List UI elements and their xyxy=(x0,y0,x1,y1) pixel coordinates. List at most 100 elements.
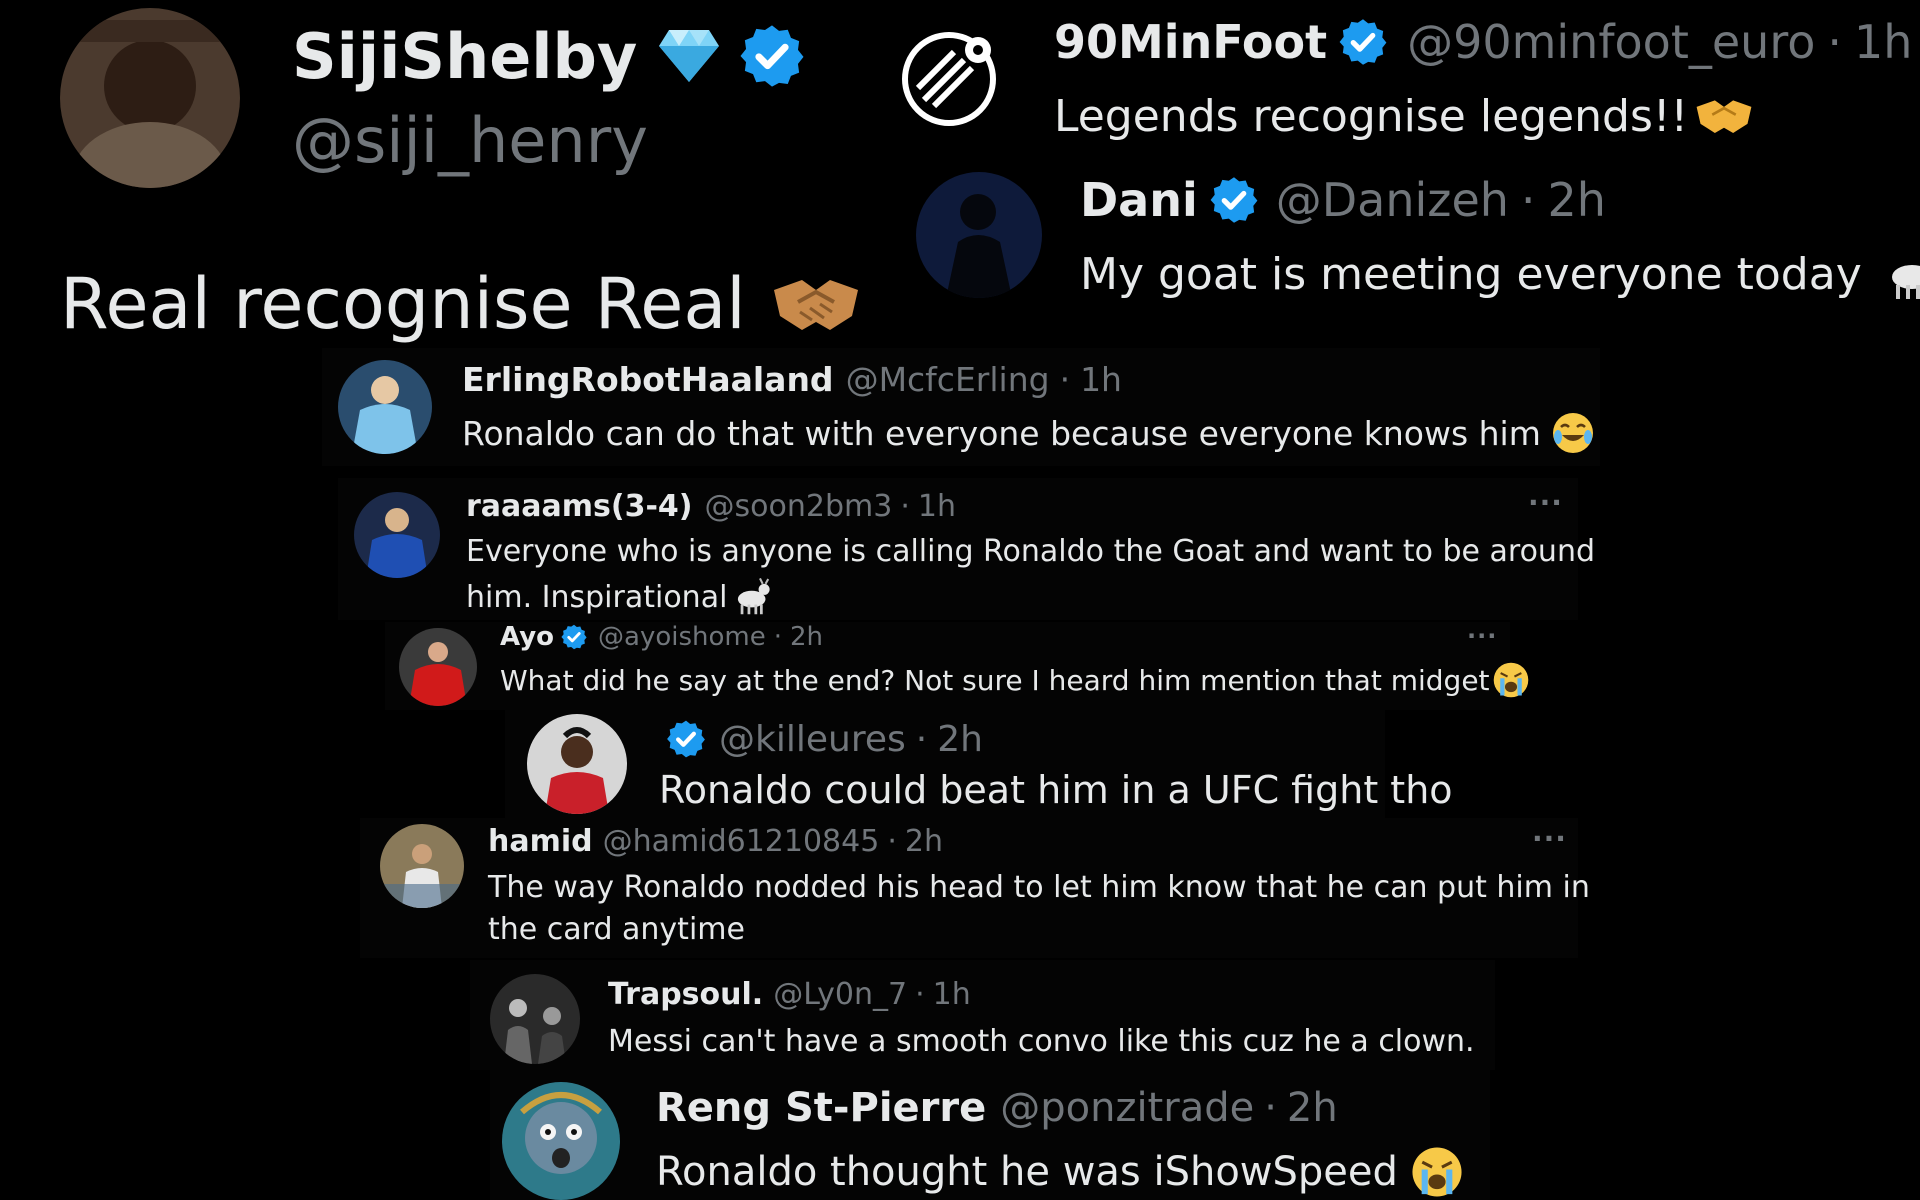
avatar[interactable] xyxy=(60,8,240,188)
post-text: Real recognise Real xyxy=(60,263,746,345)
avatar[interactable] xyxy=(490,974,580,1064)
display-name[interactable]: Reng St-Pierre xyxy=(656,1085,986,1131)
author-row: @killeures · 2h xyxy=(665,714,983,764)
crying-icon xyxy=(1410,1145,1464,1199)
tweet-raaaams[interactable]: raaaams(3-4) @soon2bm3 · 1h ··· Everyone… xyxy=(338,478,1595,620)
timestamp[interactable]: 1h xyxy=(918,489,956,524)
display-name[interactable]: Dani xyxy=(1080,173,1198,227)
timestamp[interactable]: 2h xyxy=(790,622,823,652)
diamond-icon xyxy=(657,28,721,84)
handle[interactable]: @ponzitrade xyxy=(1000,1085,1254,1131)
timestamp[interactable]: 2h xyxy=(1287,1085,1338,1131)
tweet-dani[interactable]: Dani @Danizeh · 2h My goat is meeting ev… xyxy=(900,160,1920,315)
post-text: Ronaldo thought he was iShowSpeed xyxy=(656,1149,1398,1195)
display-name[interactable]: hamid xyxy=(488,824,593,859)
post-text-row: My goat is meeting everyone today xyxy=(1080,244,1920,304)
handle[interactable]: @Danizeh xyxy=(1276,173,1509,227)
handle[interactable]: @McfcErling xyxy=(846,360,1050,399)
display-name[interactable]: ErlingRobotHaaland xyxy=(462,360,834,399)
timestamp[interactable]: 2h xyxy=(1548,173,1606,227)
avatar[interactable] xyxy=(502,1082,620,1200)
tweet-hamid[interactable]: hamid @hamid61210845 · 2h ··· The way Ro… xyxy=(360,818,1590,958)
author-row: 90MinFoot @90minfoot_euro · 1h xyxy=(1054,10,1912,74)
post-text-line-2: the card anytime xyxy=(488,912,745,947)
separator-dot: · xyxy=(1059,359,1071,399)
post-text-line-1: Everyone who is anyone is calling Ronald… xyxy=(466,534,1595,569)
avatar[interactable] xyxy=(338,360,432,454)
handshake-icon xyxy=(770,272,862,336)
tweet-reng[interactable]: Reng St-Pierre @ponzitrade · 2h Ronaldo … xyxy=(490,1070,1490,1200)
verified-badge-icon xyxy=(737,21,807,91)
author-row: Ayo @ayoishome · 2h xyxy=(500,622,823,652)
verified-badge-icon xyxy=(1337,16,1389,68)
handle[interactable]: @siji_henry xyxy=(292,104,648,177)
post-text: Ronaldo can do that with everyone becaus… xyxy=(462,413,1541,453)
handshake-icon xyxy=(1694,95,1754,137)
post-text-row: him. Inspirational xyxy=(466,576,771,618)
post-text: What did he say at the end? Not sure I h… xyxy=(500,663,1490,697)
post-text: Messi can't have a smooth convo like thi… xyxy=(608,1024,1475,1059)
display-name[interactable]: 90MinFoot xyxy=(1054,15,1327,69)
goat-icon xyxy=(731,578,771,616)
crying-icon xyxy=(1492,661,1530,699)
handle[interactable]: @ayoishome xyxy=(598,622,766,652)
timestamp[interactable]: 2h xyxy=(905,824,943,859)
timestamp[interactable]: 1h xyxy=(933,977,971,1012)
tweet-90minfoot[interactable]: 90MinFoot @90minfoot_euro · 1h Legends r… xyxy=(890,0,1920,160)
post-text: Ronaldo could beat him in a UFC fight th… xyxy=(659,768,1453,812)
avatar[interactable] xyxy=(527,714,627,814)
avatar[interactable] xyxy=(380,824,464,908)
separator-dot: · xyxy=(773,622,782,652)
more-options-button[interactable]: ··· xyxy=(1528,486,1563,519)
tweet-ayo[interactable]: Ayo @ayoishome · 2h ··· What did he say … xyxy=(385,622,1528,710)
separator-dot: · xyxy=(887,823,897,859)
avatar[interactable] xyxy=(354,492,440,578)
author-row: hamid @hamid61210845 · 2h xyxy=(488,822,943,860)
author-row: Dani @Danizeh · 2h xyxy=(1080,170,1606,230)
handle[interactable]: @hamid61210845 xyxy=(603,824,880,859)
post-text-row: Ronaldo can do that with everyone becaus… xyxy=(462,410,1595,456)
separator-dot: · xyxy=(915,718,928,760)
handle[interactable]: @Ly0n_7 xyxy=(773,977,907,1012)
post-text: My goat is meeting everyone today xyxy=(1080,248,1862,300)
handle[interactable]: @killeures xyxy=(719,719,906,760)
separator-dot: · xyxy=(1520,173,1536,227)
display-name[interactable]: SijiShelby xyxy=(292,20,637,93)
more-options-button[interactable]: ··· xyxy=(1467,622,1497,650)
verified-badge-icon xyxy=(1208,174,1260,226)
tweet-siji[interactable]: SijiShelby @siji_henry Real recognise Re… xyxy=(0,0,880,350)
post-text: Legends recognise legends!! xyxy=(1054,90,1689,142)
author-row: raaaams(3-4) @soon2bm3 · 1h xyxy=(466,486,956,526)
handle[interactable]: @soon2bm3 xyxy=(705,489,893,524)
timestamp[interactable]: 1h xyxy=(1080,360,1122,399)
tweet-trapsoul[interactable]: Trapsoul. @Ly0n_7 · 1h Messi can't have … xyxy=(470,960,1495,1070)
post-text-row: Ronaldo thought he was iShowSpeed xyxy=(656,1144,1464,1200)
separator-dot: · xyxy=(1827,15,1842,69)
author-row: Trapsoul. @Ly0n_7 · 1h xyxy=(608,974,971,1014)
author-row: Reng St-Pierre @ponzitrade · 2h xyxy=(656,1082,1338,1134)
separator-dot: · xyxy=(900,488,910,524)
tweet-killeures[interactable]: @killeures · 2h Ronaldo could beat him i… xyxy=(505,708,1453,818)
handle[interactable]: @90minfoot_euro xyxy=(1407,15,1815,69)
goat-icon xyxy=(1882,247,1920,301)
verified-badge-icon xyxy=(665,718,707,760)
timestamp[interactable]: 1h xyxy=(1854,15,1912,69)
display-name[interactable]: Trapsoul. xyxy=(608,977,763,1012)
separator-dot: · xyxy=(915,976,925,1012)
avatar[interactable] xyxy=(399,628,477,706)
post-text-line-2: him. Inspirational xyxy=(466,579,728,615)
avatar[interactable] xyxy=(894,22,1004,132)
post-text-row: Legends recognise legends!! xyxy=(1054,86,1754,146)
timestamp[interactable]: 2h xyxy=(937,719,983,760)
display-name[interactable]: raaaams(3-4) xyxy=(466,489,693,524)
tears-of-joy-icon xyxy=(1551,411,1595,455)
display-name[interactable]: Ayo xyxy=(500,622,554,652)
author-row: ErlingRobotHaaland @McfcErling · 1h xyxy=(462,358,1122,400)
more-options-button[interactable]: ··· xyxy=(1532,822,1567,855)
tweet-erling[interactable]: ErlingRobotHaaland @McfcErling · 1h Rona… xyxy=(322,348,1600,466)
avatar[interactable] xyxy=(916,172,1042,298)
verified-badge-icon xyxy=(560,623,588,651)
author-row: SijiShelby xyxy=(292,14,807,98)
post-text-row: Real recognise Real xyxy=(60,262,862,346)
post-text-line-1: The way Ronaldo nodded his head to let h… xyxy=(488,870,1590,905)
